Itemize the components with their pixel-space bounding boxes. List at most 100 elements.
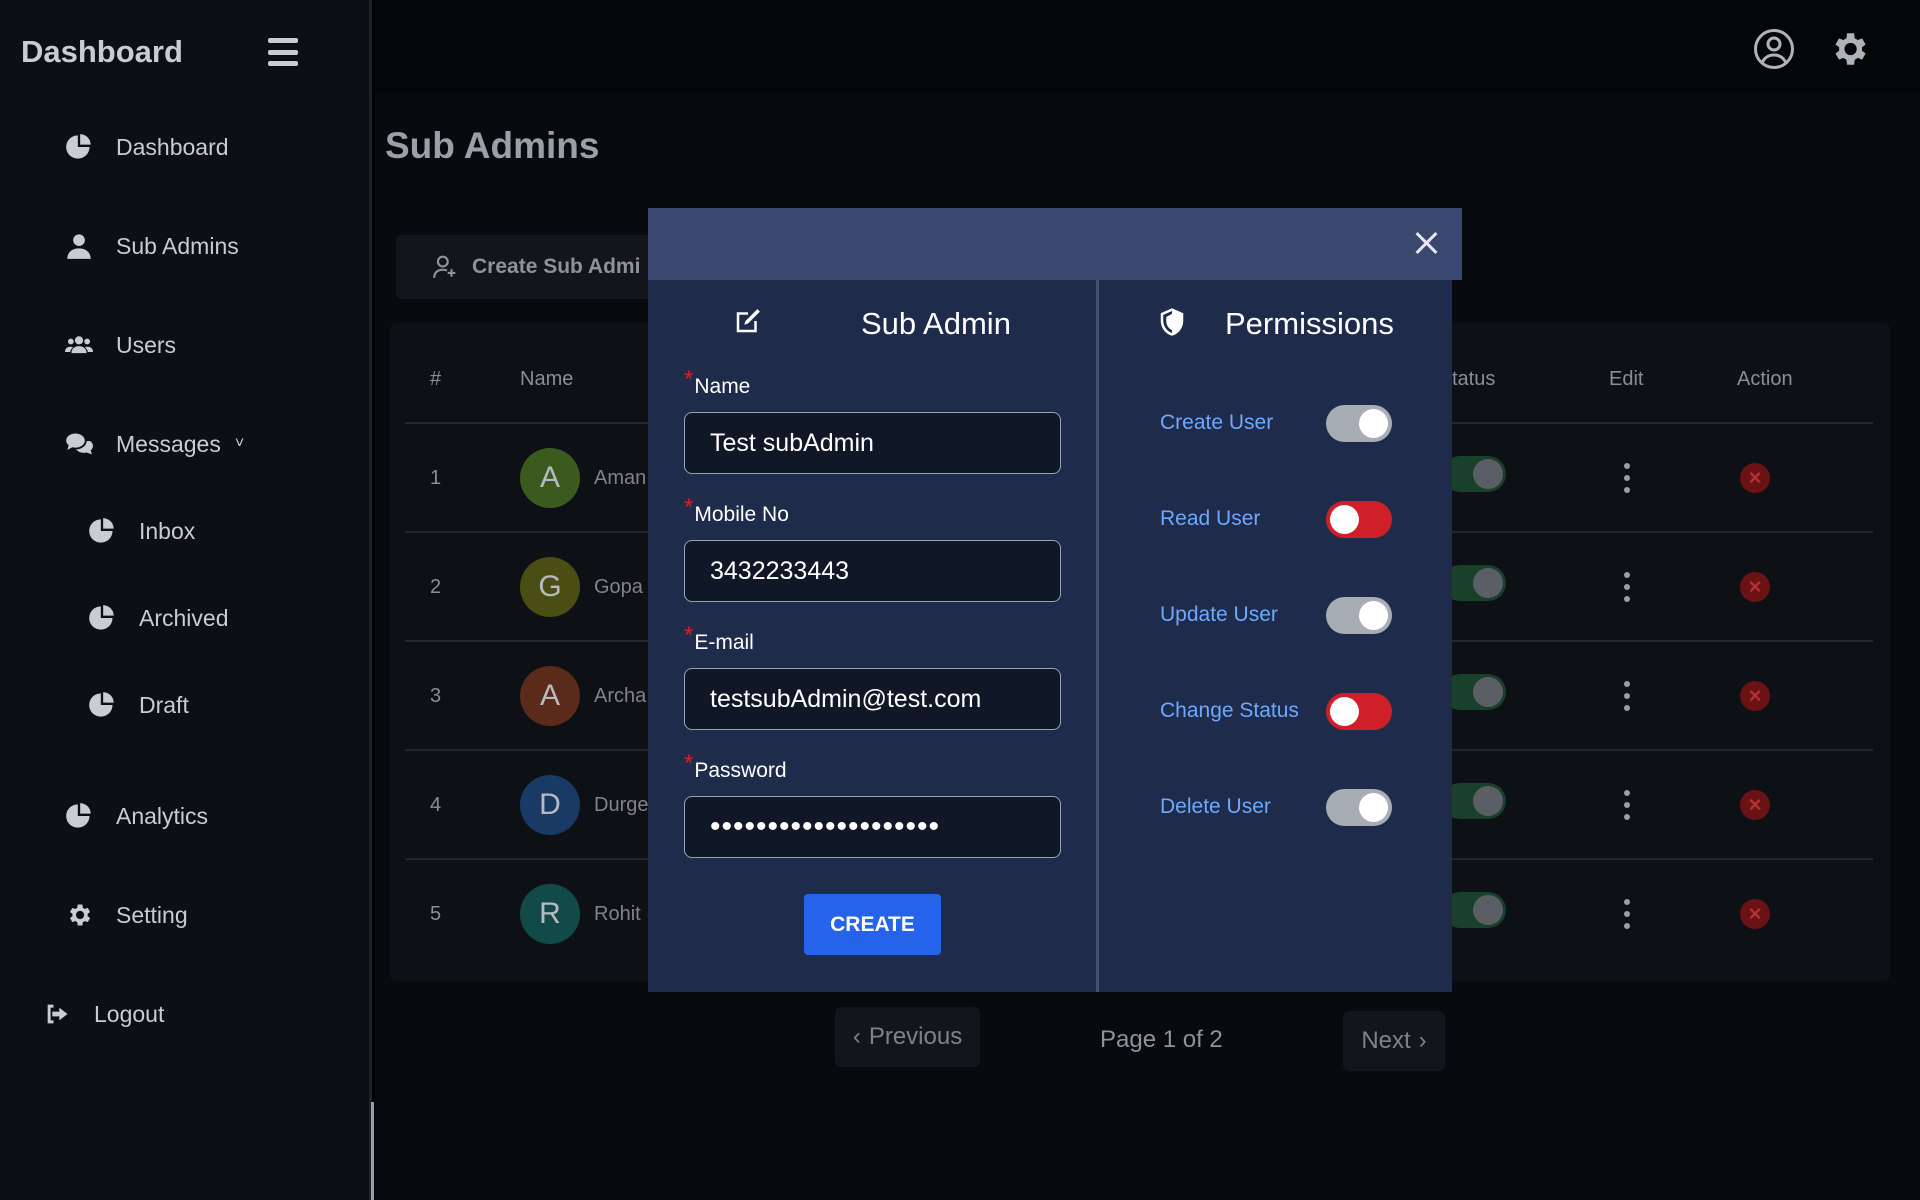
sidebar-item-archived[interactable]: Archived — [87, 603, 228, 633]
row-number: 5 — [430, 903, 442, 925]
sidebar-item-inbox[interactable]: Inbox — [87, 516, 195, 546]
name-input[interactable] — [684, 412, 1061, 474]
mobile-label: *Mobile No — [684, 494, 789, 526]
sidebar-scrollbar[interactable] — [371, 1102, 374, 1200]
sidebar-item-label: Setting — [116, 901, 188, 928]
chevron-down-icon: ˅ — [234, 435, 245, 452]
delete-icon[interactable]: × — [1740, 790, 1770, 820]
logout-icon — [42, 999, 72, 1029]
menu-toggle-icon[interactable] — [268, 38, 298, 66]
sidebar-item-analytics[interactable]: Analytics — [64, 801, 208, 831]
avatar: G — [520, 557, 580, 617]
sidebar-item-label: Inbox — [139, 517, 196, 544]
name-label: *Name — [684, 366, 751, 398]
previous-label: Previous — [868, 1023, 963, 1050]
delete-icon[interactable]: × — [1740, 899, 1770, 929]
sidebar-item-setting[interactable]: Setting — [64, 900, 188, 930]
sidebar-item-label: Draft — [139, 691, 189, 718]
user-circle-icon[interactable] — [1753, 28, 1795, 70]
sub-admin-heading — [733, 306, 763, 336]
row-name: Archa — [594, 685, 647, 707]
edit-icon — [736, 309, 760, 333]
row-name: Durge — [594, 794, 649, 816]
users-icon — [64, 330, 94, 360]
row-name: Rohit — [594, 903, 641, 925]
avatar: R — [520, 884, 580, 944]
next-page-button[interactable]: Next › — [1343, 1011, 1445, 1071]
permission-read-user-toggle[interactable] — [1326, 501, 1392, 538]
page-title: Sub Admins — [385, 125, 600, 166]
more-options-icon[interactable] — [1620, 899, 1634, 929]
sidebar-item-sub-admins[interactable]: Sub Admins — [64, 231, 239, 261]
more-options-icon[interactable] — [1620, 572, 1634, 602]
row-number: 3 — [430, 685, 442, 707]
avatar: D — [520, 775, 580, 835]
permission-delete-user-toggle[interactable] — [1326, 789, 1392, 826]
column-header-status: tatus — [1452, 368, 1496, 390]
row-number: 2 — [430, 576, 442, 598]
mobile-input[interactable] — [684, 540, 1061, 602]
more-options-icon[interactable] — [1620, 463, 1634, 493]
shield-icon — [1157, 307, 1187, 337]
page-info: Page 1 of 2 — [1100, 1026, 1223, 1053]
sidebar-item-label: Sub Admins — [116, 232, 239, 259]
sidebar-item-dashboard[interactable]: Dashboard — [64, 132, 229, 162]
column-header-number: # — [430, 368, 442, 390]
sidebar-item-label: Messages — [116, 430, 221, 457]
permission-update-user-label: Update User — [1160, 603, 1278, 626]
permission-update-user-toggle[interactable] — [1326, 597, 1392, 634]
permission-create-user-toggle[interactable] — [1326, 405, 1392, 442]
sidebar-item-label: Archived — [139, 604, 229, 631]
email-input[interactable] — [684, 668, 1061, 730]
sidebar-item-users[interactable]: Users — [64, 330, 176, 360]
column-header-edit: Edit — [1609, 368, 1644, 390]
modal-divider — [1096, 280, 1099, 992]
gear-icon[interactable] — [1828, 28, 1870, 70]
sidebar-item-label: Dashboard — [116, 133, 229, 160]
delete-icon[interactable]: × — [1740, 681, 1770, 711]
row-number: 4 — [430, 794, 442, 816]
create-sub-admin-modal — [648, 280, 1452, 992]
sub-admin-title: Sub Admin — [861, 306, 1011, 341]
create-button[interactable]: CREATE — [804, 894, 941, 955]
row-name: Gopa — [594, 576, 643, 598]
close-icon[interactable] — [1413, 229, 1441, 257]
sidebar: Dashboard Dashboard Sub Admins Users Mes… — [0, 0, 374, 1200]
chevron-left-icon: ‹ — [852, 1023, 861, 1050]
password-label: *Password — [684, 750, 787, 782]
pie-chart-icon — [64, 132, 94, 162]
sidebar-item-logout[interactable]: Logout — [42, 999, 164, 1029]
create-sub-admin-label: Create Sub Admi — [472, 255, 641, 278]
comments-icon — [64, 429, 94, 459]
permission-create-user-label: Create User — [1160, 411, 1274, 434]
permission-change-status-label: Change Status — [1160, 699, 1299, 722]
column-header-name: Name — [520, 368, 574, 390]
add-user-icon — [433, 255, 456, 278]
brand-title: Dashboard — [21, 34, 183, 69]
permission-read-user-label: Read User — [1160, 507, 1261, 530]
user-icon — [64, 231, 94, 261]
delete-icon[interactable]: × — [1740, 572, 1770, 602]
permission-change-status-toggle[interactable] — [1326, 693, 1392, 730]
avatar: A — [520, 448, 580, 508]
row-number: 1 — [430, 467, 442, 489]
gear-icon — [64, 900, 94, 930]
sidebar-item-label: Logout — [94, 1000, 165, 1027]
email-label: *E-mail — [684, 622, 754, 654]
sidebar-item-draft[interactable]: Draft — [87, 690, 189, 720]
previous-page-button[interactable]: ‹ Previous — [835, 1007, 980, 1067]
sidebar-item-messages[interactable]: Messages ˅ — [64, 429, 244, 459]
delete-icon[interactable]: × — [1740, 463, 1770, 493]
pie-chart-icon — [64, 801, 94, 831]
row-name: Aman — [594, 467, 647, 489]
more-options-icon[interactable] — [1620, 681, 1634, 711]
permissions-title: Permissions — [1225, 306, 1394, 341]
chevron-right-icon: › — [1418, 1027, 1427, 1054]
password-input[interactable] — [684, 796, 1061, 858]
pie-chart-icon — [87, 690, 117, 720]
sidebar-item-label: Analytics — [116, 802, 209, 829]
modal-header — [648, 208, 1462, 280]
more-options-icon[interactable] — [1620, 790, 1634, 820]
create-sub-admin-button[interactable]: Create Sub Admi — [396, 235, 676, 299]
next-label: Next — [1361, 1027, 1411, 1054]
